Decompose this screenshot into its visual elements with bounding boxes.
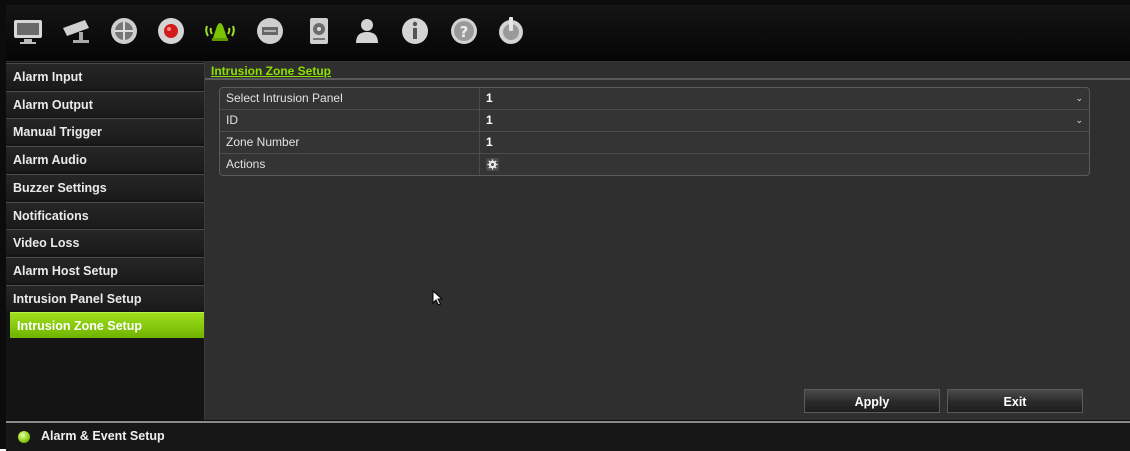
row-select-intrusion-panel: Select Intrusion Panel 1 ⌄	[220, 88, 1089, 110]
device-icon[interactable]	[252, 13, 288, 49]
sidebar-item-alarm-host-setup[interactable]: Alarm Host Setup	[6, 257, 204, 283]
status-bar: Alarm & Event Setup	[6, 421, 1130, 451]
exit-button[interactable]: Exit	[947, 389, 1083, 413]
sidebar-item-buzzer-settings[interactable]: Buzzer Settings	[6, 174, 204, 200]
divider	[479, 88, 480, 109]
sidebar-item-intrusion-panel-setup[interactable]: Intrusion Panel Setup	[6, 285, 204, 311]
row-zone-number: Zone Number 1	[220, 132, 1089, 154]
row-label: Select Intrusion Panel	[226, 91, 343, 105]
zone-number-field[interactable]: 1	[486, 132, 493, 153]
sidebar-item-alarm-input[interactable]: Alarm Input	[6, 63, 204, 89]
row-id: ID 1 ⌄	[220, 110, 1089, 132]
divider	[479, 110, 480, 131]
divider	[479, 154, 480, 175]
app-window: ? Alarm Input Alarm Output Manual Trigge…	[0, 0, 1130, 451]
sidebar-item-manual-trigger[interactable]: Manual Trigger	[6, 118, 204, 144]
sidebar-item-intrusion-zone-setup[interactable]: Intrusion Zone Setup	[10, 312, 204, 338]
svg-text:?: ?	[460, 23, 469, 41]
chevron-down-icon[interactable]: ⌄	[1075, 88, 1083, 109]
record-icon[interactable]	[153, 13, 189, 49]
sidebar-item-video-loss[interactable]: Video Loss	[6, 229, 204, 255]
apply-button[interactable]: Apply	[804, 389, 940, 413]
row-label: ID	[226, 113, 238, 127]
alarm-icon[interactable]	[202, 13, 238, 49]
sidebar-item-alarm-audio[interactable]: Alarm Audio	[6, 146, 204, 172]
monitor-icon[interactable]	[10, 13, 46, 49]
main-panel: Intrusion Zone Setup Select Intrusion Pa…	[205, 62, 1130, 420]
title-divider	[205, 78, 1130, 80]
hdd-icon[interactable]	[301, 13, 337, 49]
mouse-cursor-icon	[432, 290, 444, 306]
chevron-down-icon[interactable]: ⌄	[1075, 110, 1083, 131]
row-actions: Actions	[220, 154, 1089, 175]
sidebar-item-alarm-output[interactable]: Alarm Output	[6, 91, 204, 117]
status-indicator-icon	[18, 431, 30, 443]
user-icon[interactable]	[349, 13, 385, 49]
help-icon[interactable]: ?	[446, 13, 482, 49]
power-icon[interactable]	[493, 13, 529, 49]
id-select[interactable]: 1	[486, 110, 493, 131]
settings-table: Select Intrusion Panel 1 ⌄ ID 1 ⌄ Zone N…	[219, 87, 1090, 176]
sidebar: Alarm Input Alarm Output Manual Trigger …	[6, 62, 205, 420]
row-label: Actions	[226, 157, 266, 171]
top-toolbar: ?	[6, 5, 1130, 63]
sidebar-item-notifications[interactable]: Notifications	[6, 202, 204, 228]
divider	[479, 132, 480, 153]
network-icon[interactable]	[106, 13, 142, 49]
page-title: Intrusion Zone Setup	[211, 64, 331, 78]
status-text: Alarm & Event Setup	[41, 429, 165, 443]
gear-icon[interactable]	[486, 158, 499, 171]
info-icon[interactable]	[397, 13, 433, 49]
intrusion-panel-select[interactable]: 1	[486, 88, 493, 109]
row-label: Zone Number	[226, 135, 300, 149]
camera-icon[interactable]	[58, 13, 94, 49]
